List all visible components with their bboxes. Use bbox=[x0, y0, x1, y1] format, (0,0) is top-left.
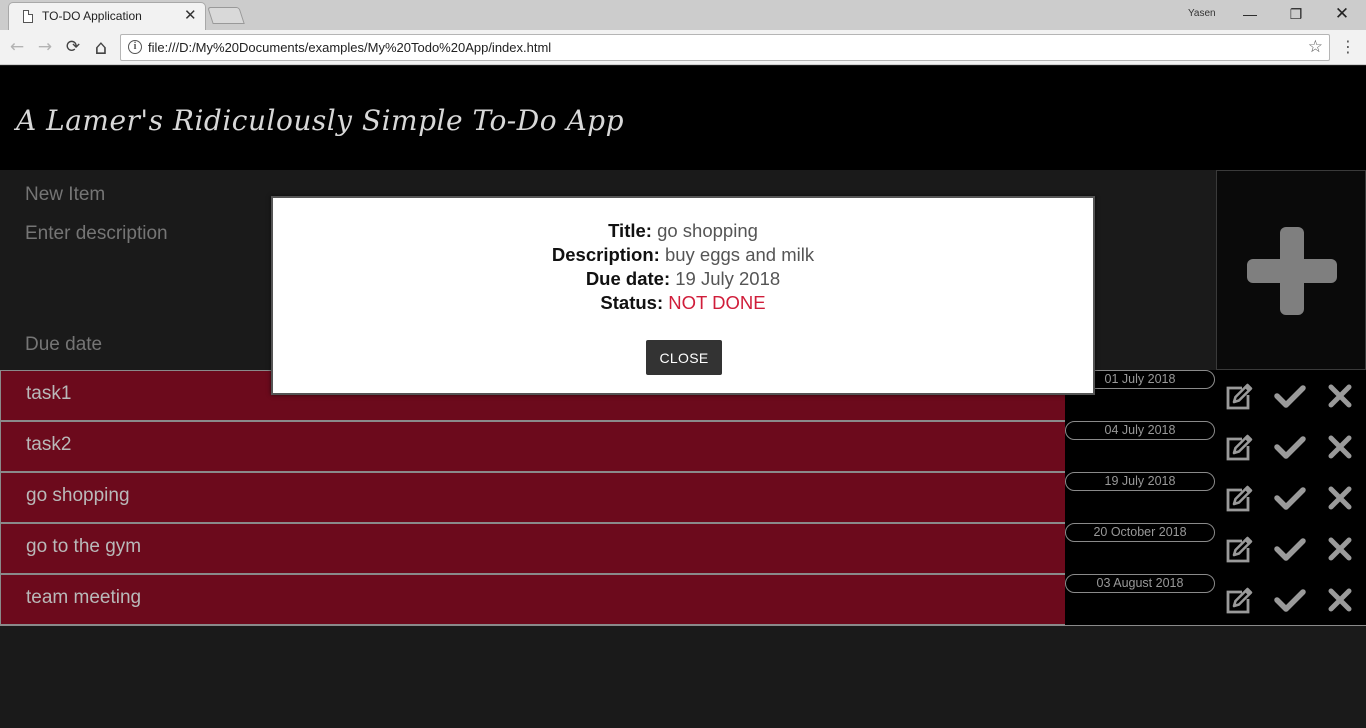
task-item[interactable]: go shopping bbox=[0, 472, 1065, 523]
restore-button[interactable]: ❐ bbox=[1273, 0, 1319, 30]
close-window-button[interactable]: ✕ bbox=[1319, 0, 1365, 30]
edit-icon[interactable] bbox=[1223, 533, 1255, 565]
modal-status-label: Status: bbox=[600, 292, 664, 313]
checkmark-icon[interactable] bbox=[1274, 380, 1306, 412]
task-title: team meeting bbox=[26, 587, 142, 608]
browser-menu-icon[interactable]: ⋮ bbox=[1340, 37, 1356, 59]
bookmark-star-icon[interactable]: ☆ bbox=[1308, 37, 1323, 57]
app-title: A Lamer's Ridiculously Simple To-Do App bbox=[16, 104, 625, 137]
delete-icon[interactable] bbox=[1324, 533, 1356, 565]
url-text[interactable]: file:///D:/My%20Documents/examples/My%20… bbox=[148, 40, 551, 55]
info-icon[interactable]: i bbox=[128, 40, 142, 54]
task-details-dialog: Title: go shopping Description: buy eggs… bbox=[271, 196, 1095, 395]
modal-title-value: go shopping bbox=[657, 220, 758, 241]
add-item-button[interactable] bbox=[1216, 170, 1366, 370]
checkmark-icon[interactable] bbox=[1274, 482, 1306, 514]
task-row: go to the gym 20 October 2018 bbox=[0, 523, 1366, 575]
task-title: task2 bbox=[26, 434, 72, 455]
plus-icon-bar bbox=[1247, 259, 1337, 283]
browser-toolbar: ← → ⟳ ⌂ i file:///D:/My%20Documents/exam… bbox=[0, 30, 1366, 65]
modal-due-value: 19 July 2018 bbox=[675, 268, 781, 289]
task-row: team meeting 03 August 2018 bbox=[0, 574, 1366, 626]
task-row: task2 04 July 2018 bbox=[0, 421, 1366, 473]
browser-titlebar: TO-DO Application ✕ Yasen — ❐ ✕ bbox=[0, 0, 1366, 30]
new-tab-button[interactable] bbox=[207, 7, 245, 24]
delete-icon[interactable] bbox=[1324, 584, 1356, 616]
task-row: go shopping 19 July 2018 bbox=[0, 472, 1366, 524]
tab-close-icon[interactable]: ✕ bbox=[184, 6, 197, 24]
forward-icon[interactable]: → bbox=[33, 35, 57, 59]
task-due-date: 20 October 2018 bbox=[1065, 523, 1215, 542]
edit-icon[interactable] bbox=[1223, 380, 1255, 412]
task-item[interactable]: go to the gym bbox=[0, 523, 1065, 574]
checkmark-icon[interactable] bbox=[1274, 431, 1306, 463]
edit-icon[interactable] bbox=[1223, 431, 1255, 463]
new-item-title-input[interactable] bbox=[25, 184, 265, 206]
modal-status-value: NOT DONE bbox=[668, 292, 766, 313]
task-due-date: 19 July 2018 bbox=[1065, 472, 1215, 491]
task-title: go shopping bbox=[26, 485, 130, 506]
modal-title-line: Title: go shopping bbox=[273, 220, 1093, 242]
reload-icon[interactable]: ⟳ bbox=[61, 35, 85, 59]
task-title: go to the gym bbox=[26, 536, 142, 557]
page-icon bbox=[23, 10, 33, 23]
task-title: task1 bbox=[26, 383, 72, 404]
close-button[interactable]: CLOSE bbox=[646, 340, 722, 375]
profile-name[interactable]: Yasen bbox=[1188, 8, 1216, 19]
modal-due-line: Due date: 19 July 2018 bbox=[273, 268, 1093, 290]
task-due-date: 03 August 2018 bbox=[1065, 574, 1215, 593]
checkmark-icon[interactable] bbox=[1274, 533, 1306, 565]
browser-tab[interactable]: TO-DO Application ✕ bbox=[8, 2, 206, 30]
modal-status-line: Status: NOT DONE bbox=[273, 292, 1093, 314]
minimize-button[interactable]: — bbox=[1227, 0, 1273, 30]
delete-icon[interactable] bbox=[1324, 431, 1356, 463]
modal-due-label: Due date: bbox=[585, 268, 671, 289]
modal-description-label: Description: bbox=[551, 244, 660, 265]
checkmark-icon[interactable] bbox=[1274, 584, 1306, 616]
address-bar[interactable]: i file:///D:/My%20Documents/examples/My%… bbox=[120, 34, 1330, 61]
app-header: A Lamer's Ridiculously Simple To-Do App bbox=[0, 66, 1366, 170]
edit-icon[interactable] bbox=[1223, 482, 1255, 514]
new-item-description-input[interactable] bbox=[25, 223, 265, 245]
home-icon[interactable]: ⌂ bbox=[89, 35, 113, 59]
modal-title-label: Title: bbox=[608, 220, 652, 241]
edit-icon[interactable] bbox=[1223, 584, 1255, 616]
delete-icon[interactable] bbox=[1324, 482, 1356, 514]
delete-icon[interactable] bbox=[1324, 380, 1356, 412]
back-icon[interactable]: ← bbox=[5, 35, 29, 59]
new-item-due-date-input[interactable] bbox=[25, 334, 265, 356]
task-item[interactable]: task2 bbox=[0, 421, 1065, 472]
modal-description-line: Description: buy eggs and milk bbox=[273, 244, 1093, 266]
task-due-date: 04 July 2018 bbox=[1065, 421, 1215, 440]
tab-title: TO-DO Application bbox=[42, 9, 142, 23]
modal-description-value: buy eggs and milk bbox=[664, 244, 815, 265]
task-item[interactable]: team meeting bbox=[0, 574, 1065, 625]
row-divider bbox=[0, 625, 1366, 626]
